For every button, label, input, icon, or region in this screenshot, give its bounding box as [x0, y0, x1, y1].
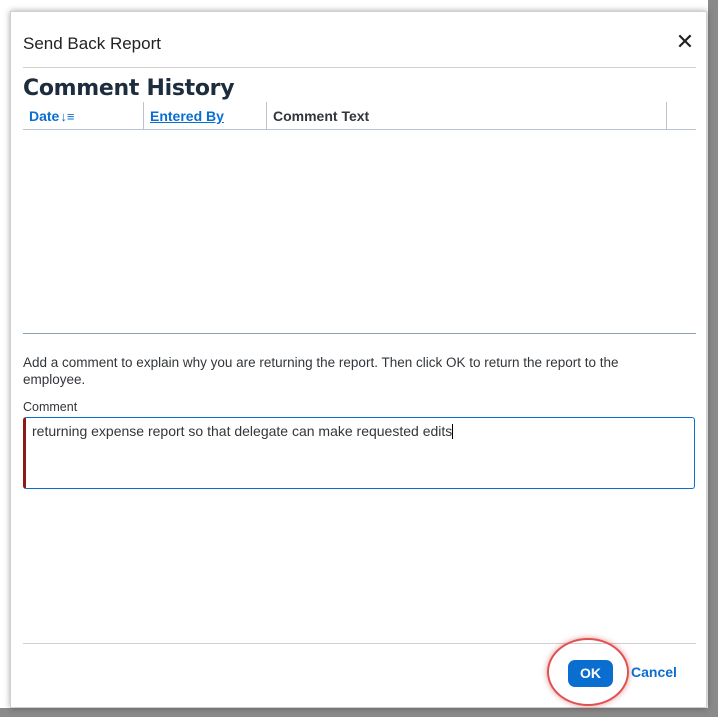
background-overlay-bottom — [0, 708, 718, 717]
header-divider — [23, 67, 696, 68]
comment-label: Comment — [23, 400, 78, 414]
comment-history-heading: Comment History — [23, 76, 235, 101]
background-overlay-right — [708, 0, 718, 717]
column-header-comment-text: Comment Text — [267, 102, 667, 130]
table-header: Date↓≡ Entered By Comment Text — [23, 102, 696, 130]
column-header-entered-by[interactable]: Entered By — [144, 102, 267, 130]
instructions-text: Add a comment to explain why you are ret… — [23, 355, 619, 387]
ok-button[interactable]: OK — [568, 660, 613, 687]
comment-value: returning expense report so that delegat… — [32, 423, 453, 439]
cancel-button[interactable]: Cancel — [631, 664, 677, 680]
dialog-title: Send Back Report — [23, 34, 161, 53]
column-header-date-label: Date — [29, 108, 60, 124]
sort-descending-icon: ↓≡ — [60, 109, 75, 124]
comment-history-table: Date↓≡ Entered By Comment Text — [23, 102, 696, 334]
send-back-report-dialog: Send Back Report ✕ Comment History Date↓… — [10, 11, 707, 708]
text-caret — [452, 424, 454, 439]
comment-textarea[interactable]: returning expense report so that delegat… — [23, 417, 695, 489]
column-header-date[interactable]: Date↓≡ — [23, 102, 144, 130]
close-icon[interactable]: ✕ — [675, 31, 695, 53]
